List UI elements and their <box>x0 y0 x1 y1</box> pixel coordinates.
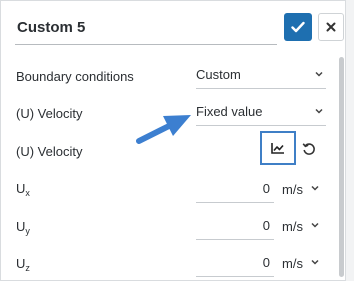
chevron-down-icon[interactable] <box>310 257 320 267</box>
uz-input[interactable]: 0 <box>196 251 274 277</box>
boundary-conditions-value: Custom <box>196 67 241 82</box>
ux-subscript: x <box>25 188 30 198</box>
chevron-down-icon[interactable] <box>310 183 320 193</box>
uz-subscript: z <box>25 263 30 273</box>
uz-label: Uz <box>16 256 30 273</box>
uy-input[interactable]: 0 <box>196 214 274 240</box>
uz-unit-select[interactable]: m/s <box>282 256 303 271</box>
ux-value: 0 <box>262 181 270 196</box>
chevron-down-icon <box>315 71 323 77</box>
uy-subscript: y <box>25 226 30 236</box>
boundary-conditions-select[interactable]: Custom <box>196 63 326 89</box>
boundary-conditions-label: Boundary conditions <box>16 69 134 84</box>
chevron-down-icon[interactable] <box>310 220 320 230</box>
chevron-down-icon <box>315 108 323 114</box>
reset-button[interactable] <box>300 140 318 158</box>
uy-label: Uy <box>16 219 30 236</box>
confirm-button[interactable] <box>284 13 312 41</box>
title-input[interactable]: Custom 5 <box>15 13 277 45</box>
scrollbar[interactable] <box>339 57 344 277</box>
velocity-table-label: (U) Velocity <box>16 144 83 159</box>
close-button[interactable] <box>318 13 344 41</box>
ux-input[interactable]: 0 <box>196 177 274 203</box>
ux-label: Ux <box>16 181 30 198</box>
reset-icon <box>302 143 315 155</box>
title-text: Custom 5 <box>17 19 86 36</box>
velocity-type-value: Fixed value <box>196 104 263 119</box>
uz-value: 0 <box>262 255 270 270</box>
chart-icon <box>271 143 284 154</box>
uy-value: 0 <box>262 218 270 233</box>
check-icon <box>291 21 305 33</box>
velocity-type-select[interactable]: Fixed value <box>196 100 326 126</box>
pointer-arrow <box>136 115 191 144</box>
ux-unit-select[interactable]: m/s <box>282 182 303 197</box>
close-icon <box>326 22 336 32</box>
uy-unit-select[interactable]: m/s <box>282 219 303 234</box>
table-input-button[interactable] <box>260 131 296 165</box>
boundary-condition-panel: Custom 5 Boundary conditions Custom (U) … <box>0 0 346 281</box>
velocity-type-label: (U) Velocity <box>16 106 83 121</box>
